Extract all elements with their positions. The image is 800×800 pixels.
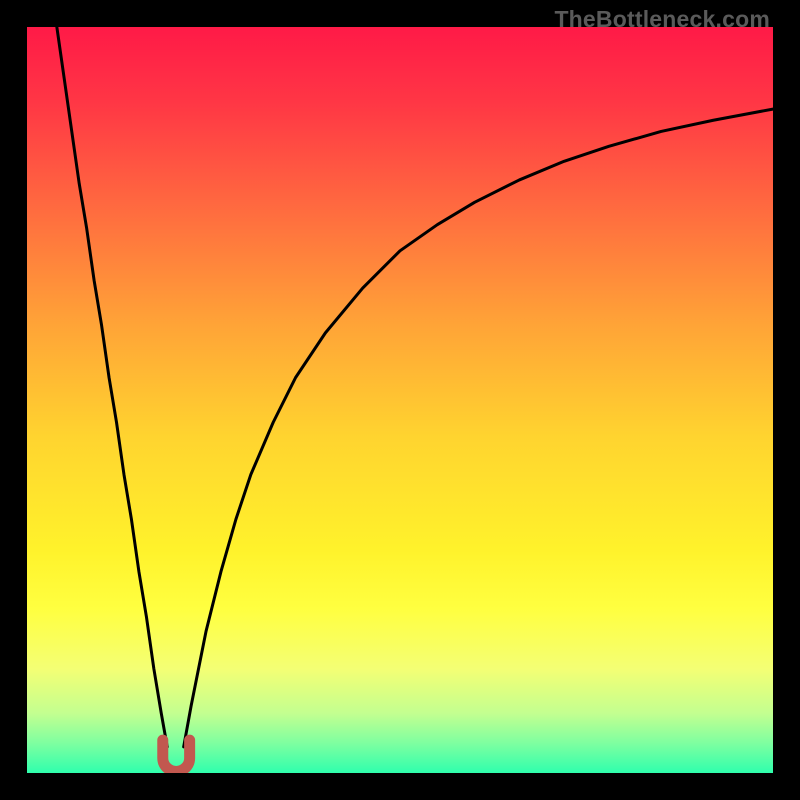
plot-area	[27, 27, 773, 773]
chart-svg	[27, 27, 773, 773]
gradient-background	[27, 27, 773, 773]
chart-frame: TheBottleneck.com	[0, 0, 800, 800]
watermark-label: TheBottleneck.com	[554, 6, 770, 33]
